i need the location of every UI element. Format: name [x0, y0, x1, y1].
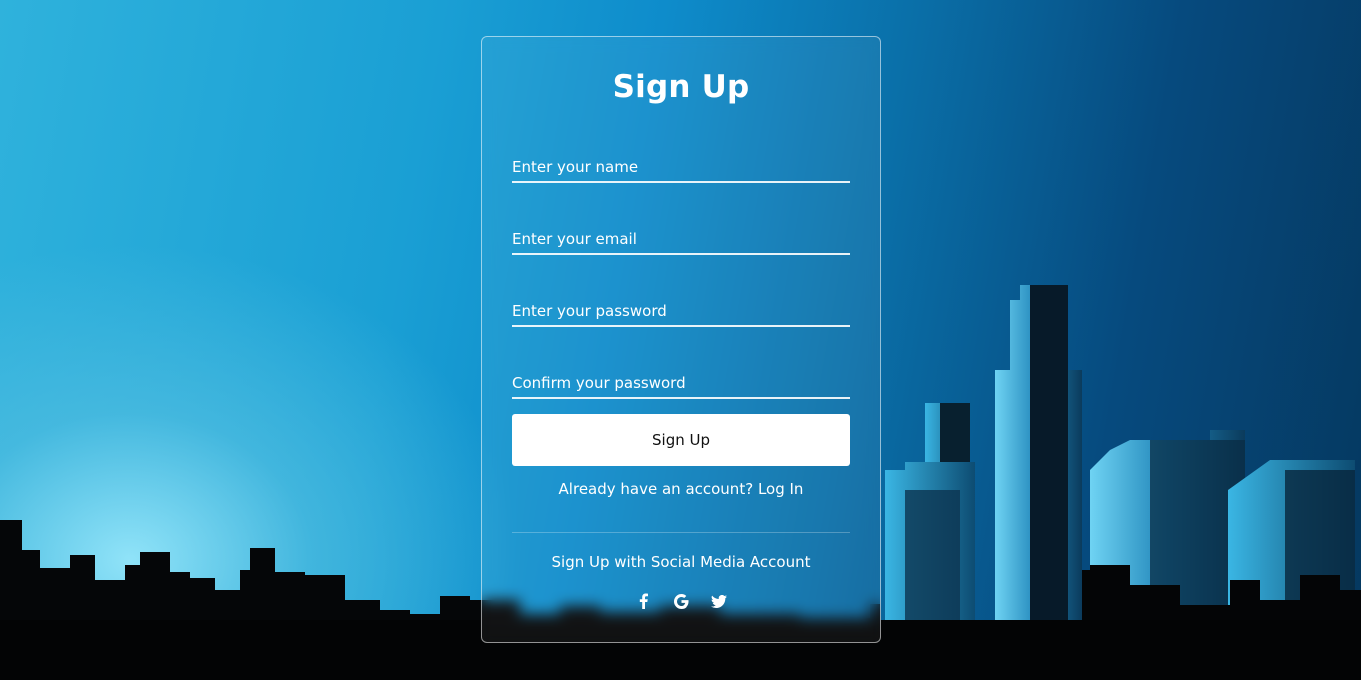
signup-card: Sign Up Sign Up Already have an account?… [481, 36, 881, 643]
name-field [512, 145, 850, 183]
confirm-password-input[interactable] [512, 361, 850, 397]
facebook-icon[interactable] [633, 591, 653, 611]
login-prompt-row: Already have an account? Log In [482, 480, 880, 498]
email-input[interactable] [512, 217, 850, 253]
google-icon[interactable] [671, 591, 691, 611]
page-title: Sign Up [612, 69, 750, 105]
email-field [512, 217, 850, 255]
confirm-password-field [512, 361, 850, 399]
signup-button[interactable]: Sign Up [512, 414, 850, 466]
twitter-icon[interactable] [709, 591, 729, 611]
page-background: Sign Up Sign Up Already have an account?… [0, 0, 1361, 680]
divider [512, 532, 850, 533]
name-input[interactable] [512, 145, 850, 181]
password-field [512, 289, 850, 327]
social-icons [482, 591, 880, 611]
social-signup-title: Sign Up with Social Media Account [551, 553, 811, 571]
login-link[interactable]: Log In [758, 480, 804, 498]
password-input[interactable] [512, 289, 850, 325]
login-prompt-text: Already have an account? [558, 480, 754, 498]
